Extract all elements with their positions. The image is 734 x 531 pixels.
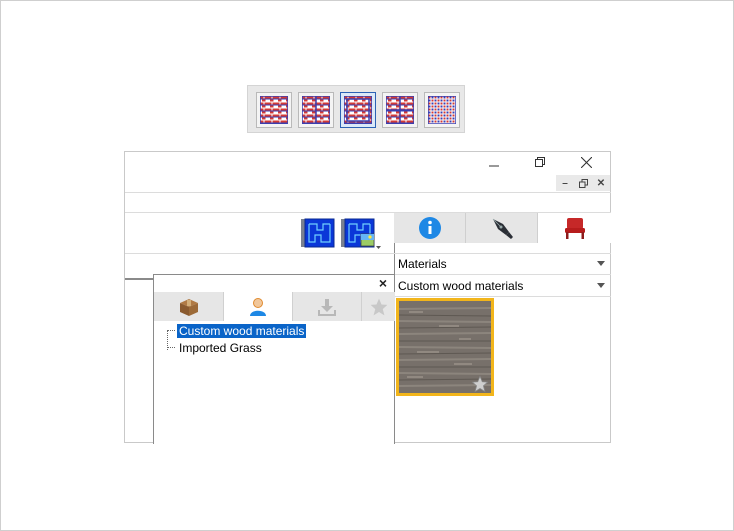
user-icon <box>250 297 266 316</box>
mdi-close-button[interactable]: ✕ <box>592 175 610 191</box>
chair-icon <box>564 218 585 239</box>
mdi-minimize-button[interactable]: – <box>556 175 574 191</box>
tree-line <box>167 330 175 331</box>
tab-catalog[interactable] <box>154 292 224 321</box>
pattern-button-4[interactable] <box>382 92 418 128</box>
divider <box>125 278 153 280</box>
material-thumbnail[interactable] <box>396 298 494 396</box>
brick-pattern-icon <box>260 96 288 124</box>
mdi-restore-button[interactable] <box>574 175 592 191</box>
divider <box>125 192 611 193</box>
tab-user[interactable] <box>224 292 293 321</box>
pattern-button-3[interactable] <box>340 92 376 128</box>
close-icon <box>580 156 592 168</box>
floor-plan-icon <box>301 218 335 248</box>
library-panel: × Custom wood materials Imported Grass <box>153 274 395 444</box>
app-window: – ✕ Materials Custom wood materials × Cu… <box>124 151 611 444</box>
pattern-button-1[interactable] <box>256 92 292 128</box>
floor-plan-image-button[interactable] <box>341 218 381 250</box>
restore-icon <box>578 178 588 188</box>
pen-nib-icon <box>492 218 513 239</box>
tree-item[interactable]: Custom wood materials <box>177 324 307 338</box>
tab-download[interactable] <box>293 292 362 321</box>
panel-close-button[interactable]: × <box>376 275 390 291</box>
pattern-button-5[interactable] <box>424 92 460 128</box>
tab-furniture[interactable] <box>538 213 611 243</box>
mdi-close-label: ✕ <box>596 177 606 189</box>
close-button[interactable] <box>574 152 598 172</box>
minimize-button[interactable] <box>482 152 506 172</box>
tab-pen[interactable] <box>466 213 538 243</box>
floor-plan-image-icon <box>341 218 381 249</box>
brick-pattern-icon <box>386 96 414 124</box>
chevron-down-icon <box>597 283 605 288</box>
collection-dropdown[interactable]: Custom wood materials <box>394 275 611 297</box>
tree-item[interactable]: Imported Grass <box>177 341 264 355</box>
download-icon <box>318 298 336 316</box>
info-icon <box>418 217 441 239</box>
pattern-button-2[interactable] <box>298 92 334 128</box>
close-icon: × <box>378 275 388 291</box>
chevron-down-icon <box>597 261 605 266</box>
category-dropdown[interactable]: Materials <box>394 253 611 275</box>
category-dropdown-value: Materials <box>398 256 447 271</box>
collection-dropdown-value: Custom wood materials <box>398 278 524 293</box>
brick-pattern-icon <box>302 96 330 124</box>
star-icon[interactable] <box>471 375 489 393</box>
floor-plan-button[interactable] <box>301 218 335 248</box>
tab-info[interactable] <box>394 213 466 243</box>
restore-icon <box>535 157 545 167</box>
restore-button[interactable] <box>528 152 552 172</box>
tab-favorites[interactable] <box>362 292 395 321</box>
brick-pattern-icon <box>344 96 372 124</box>
box-icon <box>179 298 198 316</box>
minimize-icon <box>489 165 499 167</box>
mdi-minimize-label: – <box>562 177 568 189</box>
star-icon <box>370 298 387 315</box>
pattern-toolbar <box>247 85 465 133</box>
tree-line <box>167 347 175 348</box>
brick-pattern-icon <box>428 96 456 124</box>
